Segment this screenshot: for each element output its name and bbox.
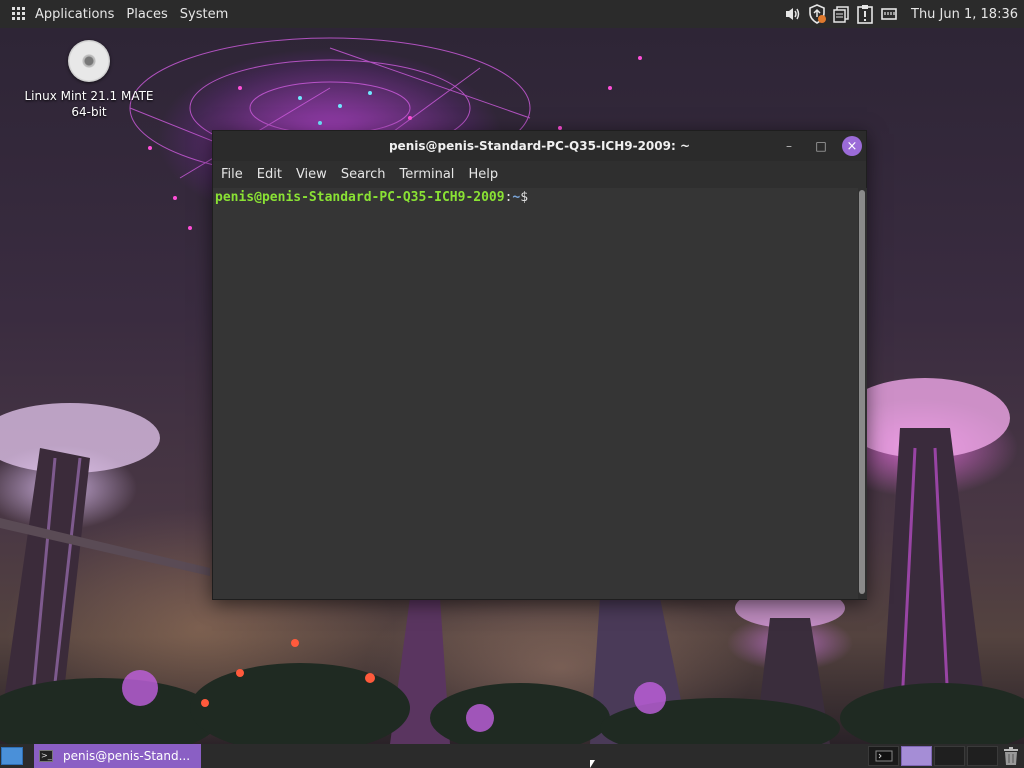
clock[interactable]: Thu Jun 1, 18:36 (911, 7, 1018, 22)
disc-icon (68, 40, 110, 82)
menu-view[interactable]: View (289, 161, 334, 188)
workspace-switcher (868, 746, 1000, 766)
apps-grid-icon (12, 7, 26, 21)
maximize-button[interactable]: □ (811, 136, 831, 156)
clipboard-icon[interactable] (831, 4, 851, 24)
shield-update-icon[interactable] (807, 4, 827, 24)
system-menu[interactable]: System (174, 0, 234, 28)
notification-icon[interactable] (855, 4, 875, 24)
top-panel: Applications Places System Thu Jun 1, 18… (0, 0, 1024, 28)
menu-help[interactable]: Help (461, 161, 505, 188)
workspace-4[interactable] (967, 746, 998, 766)
menu-edit[interactable]: Edit (250, 161, 289, 188)
system-tray: Thu Jun 1, 18:36 (781, 0, 1024, 28)
minimize-button[interactable]: – (779, 136, 799, 156)
menu-search[interactable]: Search (334, 161, 393, 188)
workspace-1[interactable] (868, 746, 899, 766)
system-menu-label: System (179, 6, 229, 22)
taskbar-label: penis@penis-Stand... (63, 749, 191, 763)
desktop-icon-label: Linux Mint 21.1 MATE (24, 89, 154, 103)
terminal-menubar: File Edit View Search Terminal Help (213, 161, 866, 188)
prompt-user-host: penis@penis-Standard-PC-Q35-ICH9-2009 (215, 190, 505, 205)
taskbar-terminal-button[interactable]: >_ penis@penis-Stand... (34, 744, 201, 768)
prompt-dollar: $ (520, 190, 529, 205)
terminal-window[interactable]: penis@penis-Standard-PC-Q35-ICH9-2009: ~… (212, 130, 867, 600)
window-title: penis@penis-Standard-PC-Q35-ICH9-2009: ~ (388, 139, 691, 153)
applications-menu[interactable]: Applications (0, 0, 120, 28)
network-icon[interactable] (879, 4, 899, 24)
workspace-2[interactable] (901, 746, 932, 766)
scrollbar-thumb[interactable] (859, 190, 865, 594)
mouse-cursor (590, 760, 595, 768)
terminal-icon: >_ (39, 750, 53, 762)
show-desktop-button[interactable] (1, 747, 23, 765)
terminal-output[interactable]: penis@penis-Standard-PC-Q35-ICH9-2009:~$ (213, 188, 858, 599)
desktop-icon-label-sub: 64-bit (71, 105, 107, 119)
menu-terminal[interactable]: Terminal (392, 161, 461, 188)
window-titlebar[interactable]: penis@penis-Standard-PC-Q35-ICH9-2009: ~… (213, 131, 866, 161)
workspace-3[interactable] (934, 746, 965, 766)
menu-file[interactable]: File (214, 161, 250, 188)
applications-menu-label: Applications (35, 6, 115, 22)
trash-icon[interactable] (1000, 746, 1022, 766)
volume-icon[interactable] (783, 4, 803, 24)
desktop-icon-install-disc[interactable]: Linux Mint 21.1 MATE 64-bit (18, 40, 160, 120)
places-menu-label: Places (126, 6, 168, 22)
bottom-panel: >_ penis@penis-Stand... (0, 744, 1024, 768)
terminal-scrollbar[interactable] (858, 188, 867, 599)
close-button[interactable]: × (842, 136, 862, 156)
places-menu[interactable]: Places (120, 0, 173, 28)
